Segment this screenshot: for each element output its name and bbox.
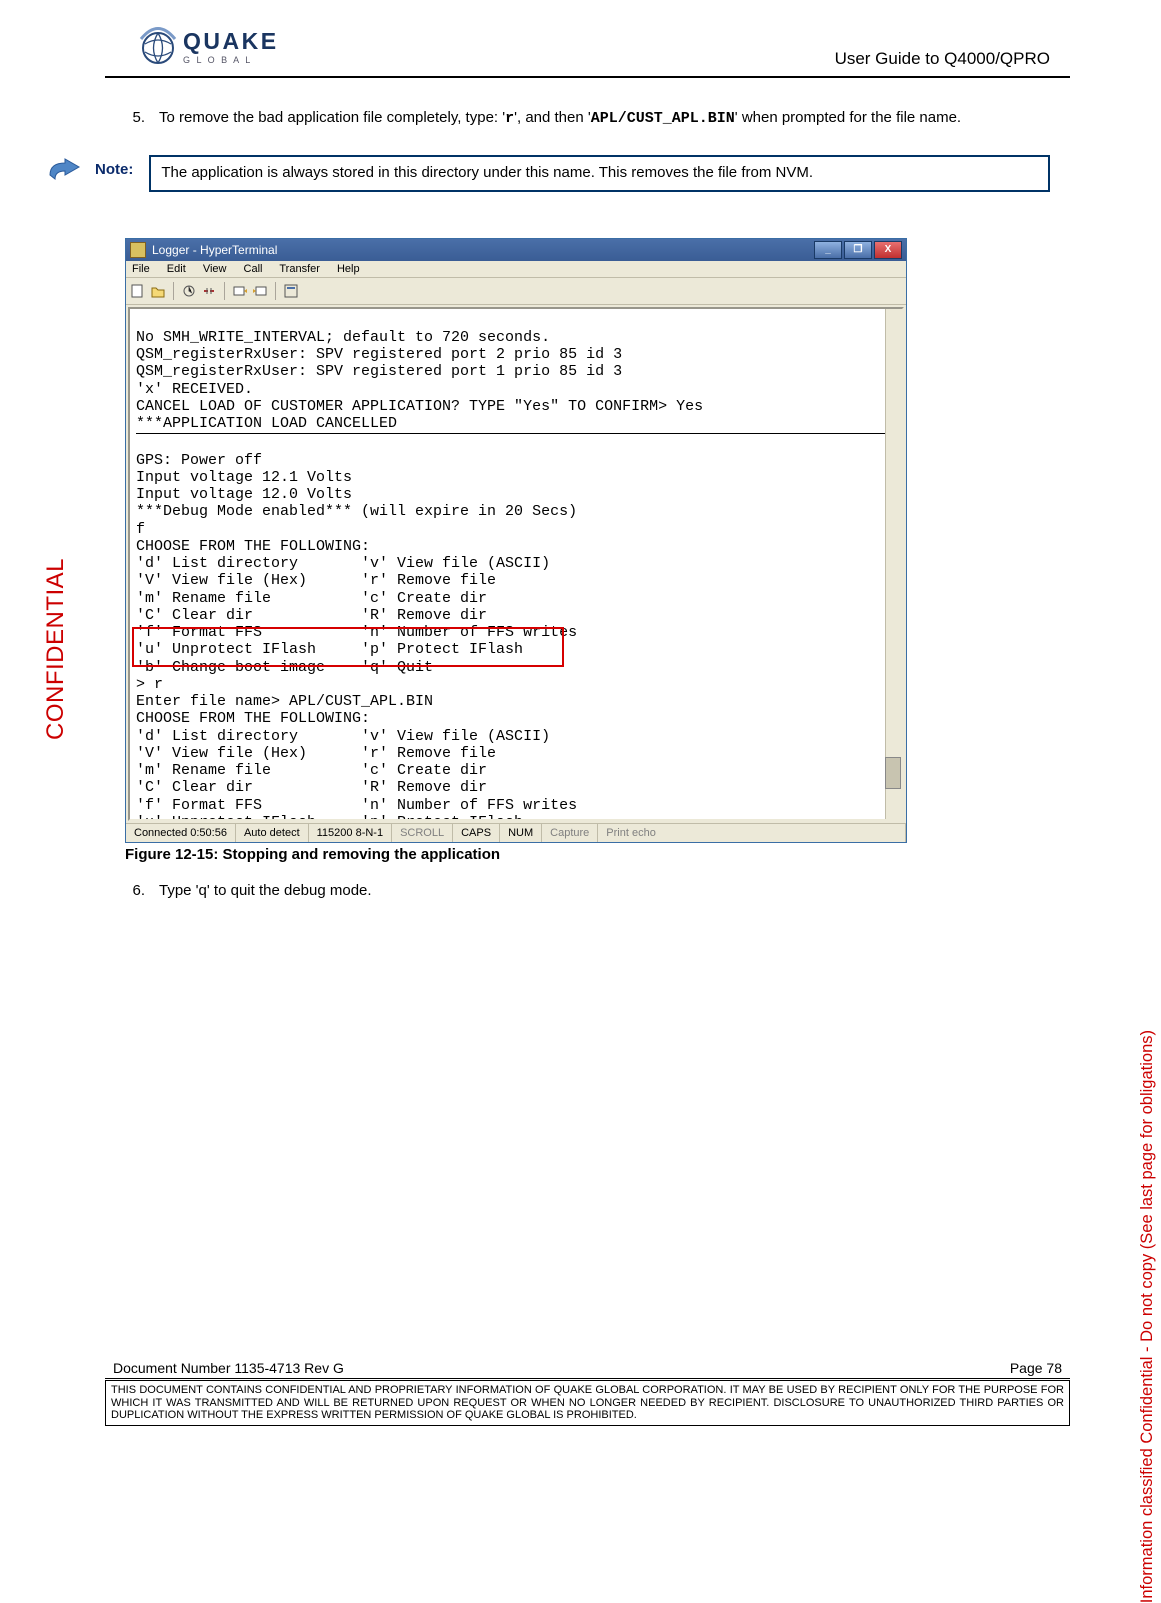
status-capture: Capture [542, 824, 598, 842]
minimize-button[interactable]: _ [814, 241, 842, 259]
menu-transfer[interactable]: Transfer [279, 263, 320, 275]
text: ', and then ' [514, 109, 591, 126]
note-arrow-icon [45, 157, 85, 185]
maximize-button[interactable]: ❐ [844, 241, 872, 259]
app-icon [130, 242, 146, 258]
scrollbar[interactable] [885, 309, 902, 819]
terminal-output[interactable]: No SMH_WRITE_INTERVAL; default to 720 se… [128, 307, 904, 821]
doc-number: Document Number 1135-4713 Rev G [113, 1360, 344, 1376]
step-5: 5. To remove the bad application file co… [125, 108, 1050, 129]
brand-sub: G L O B A L [183, 55, 279, 65]
separator [173, 282, 174, 300]
status-caps: CAPS [453, 824, 500, 842]
footer-rule [105, 1378, 1070, 1379]
receive-icon[interactable] [252, 283, 268, 299]
step-number: 6. [125, 881, 145, 901]
window-title: Logger - HyperTerminal [152, 243, 814, 257]
menubar[interactable]: File Edit View Call Transfer Help [126, 261, 906, 278]
status-num: NUM [500, 824, 542, 842]
code-r: r [505, 110, 514, 127]
legal-notice: THIS DOCUMENT CONTAINS CONFIDENTIAL AND … [105, 1380, 1070, 1426]
properties-icon[interactable] [283, 283, 299, 299]
text: ' when prompted for the file name. [735, 109, 961, 126]
terminal-text: No SMH_WRITE_INTERVAL; default to 720 se… [136, 329, 896, 435]
note-row: Note: The application is always stored i… [45, 155, 1050, 191]
toolbar[interactable] [126, 278, 906, 305]
step-number: 5. [125, 108, 145, 129]
text: To remove the bad application file compl… [159, 109, 505, 126]
step-text: Type 'q' to quit the debug mode. [159, 881, 1050, 901]
separator [275, 282, 276, 300]
scroll-thumb[interactable] [885, 757, 901, 789]
disconnect-icon[interactable] [201, 283, 217, 299]
confidential-side-right: Information classified Confidential - Do… [1138, 1030, 1157, 1603]
brand-logo: QUAKE G L O B A L [139, 24, 279, 68]
page-header: QUAKE G L O B A L User Guide to Q4000/QP… [105, 20, 1070, 72]
page-number: Page 78 [1010, 1360, 1062, 1376]
status-baud: 115200 8-N-1 [309, 824, 392, 842]
menu-edit[interactable]: Edit [167, 263, 186, 275]
hyperterminal-window: Logger - HyperTerminal _ ❐ X File Edit V… [125, 238, 907, 843]
terminal-text: > r Enter file name> APL/CUST_APL.BIN [136, 676, 896, 711]
code-path: APL/CUST_APL.BIN [591, 110, 735, 127]
open-icon[interactable] [150, 283, 166, 299]
highlight-annotation [132, 627, 564, 667]
send-icon[interactable] [232, 283, 248, 299]
separator [224, 282, 225, 300]
brand-name: QUAKE [183, 28, 279, 55]
page-footer: Document Number 1135-4713 Rev G Page 78 … [105, 1360, 1070, 1426]
step-text: To remove the bad application file compl… [159, 108, 1050, 129]
menu-file[interactable]: File [132, 263, 150, 275]
status-connected: Connected 0:50:56 [126, 824, 236, 842]
doc-title: User Guide to Q4000/QPRO [835, 23, 1070, 69]
step-6: 6. Type 'q' to quit the debug mode. [125, 881, 1050, 901]
status-echo: Print echo [598, 824, 906, 842]
confidential-side-label: CONFIDENTIAL [42, 558, 70, 740]
note-box: The application is always stored in this… [149, 155, 1050, 191]
status-detect: Auto detect [236, 824, 309, 842]
globe-icon [139, 24, 177, 68]
new-icon[interactable] [130, 283, 146, 299]
status-scroll: SCROLL [392, 824, 453, 842]
figure-caption: Figure 12-15: Stopping and removing the … [125, 846, 1050, 863]
menu-help[interactable]: Help [337, 263, 360, 275]
close-button[interactable]: X [874, 241, 902, 259]
terminal-text: CHOOSE FROM THE FOLLOWING: 'd' List dire… [136, 710, 896, 820]
menu-view[interactable]: View [203, 263, 227, 275]
menu-call[interactable]: Call [244, 263, 263, 275]
window-titlebar[interactable]: Logger - HyperTerminal _ ❐ X [126, 239, 906, 261]
connect-icon[interactable] [181, 283, 197, 299]
note-label: Note: [95, 155, 133, 178]
statusbar: Connected 0:50:56 Auto detect 115200 8-N… [126, 823, 906, 842]
